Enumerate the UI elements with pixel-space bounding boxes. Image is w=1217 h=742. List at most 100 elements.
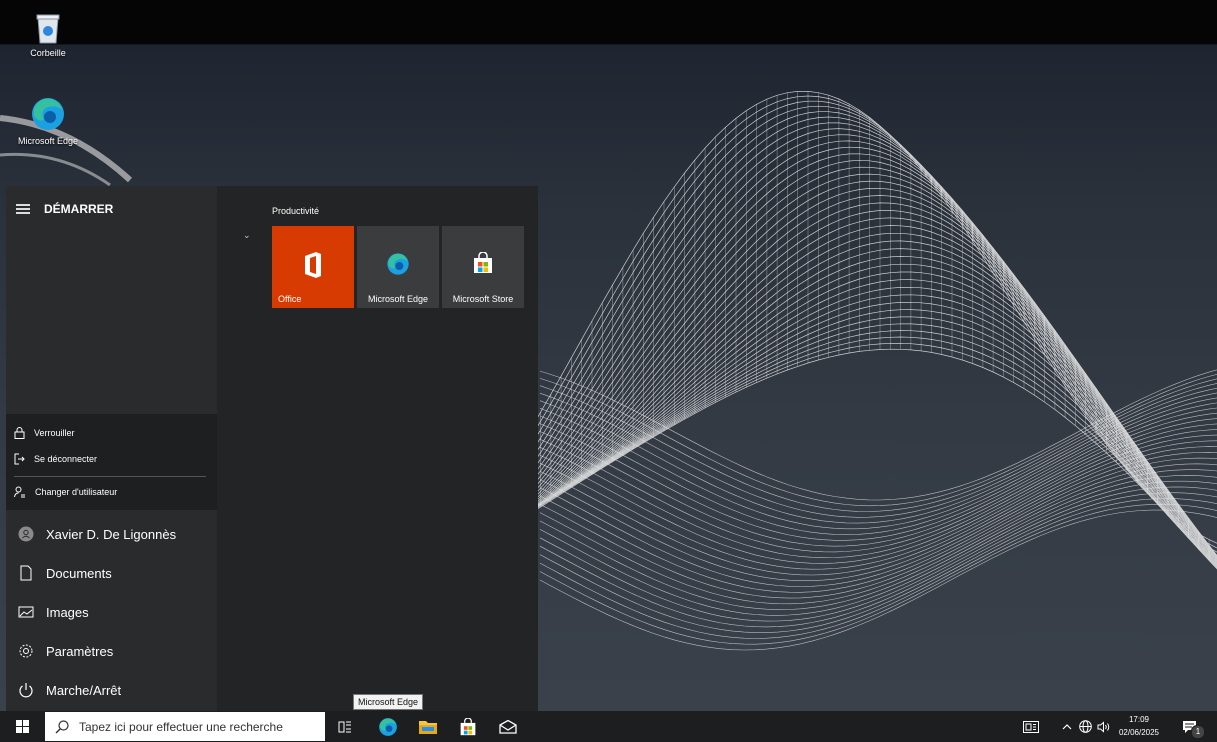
start-title: DÉMARRER xyxy=(44,202,114,216)
wallpaper-wave-line xyxy=(519,348,1217,569)
hamburger-icon[interactable] xyxy=(16,204,30,214)
desktop-icon-edge[interactable]: Microsoft Edge xyxy=(10,96,86,146)
edge-icon xyxy=(379,717,397,736)
task-view-button[interactable] xyxy=(330,711,360,742)
gear-icon xyxy=(19,644,33,658)
search-box[interactable]: Tapez ici pour effectuer une recherche xyxy=(45,712,325,741)
switch-user-label: Changer d'utilisateur xyxy=(35,487,118,497)
wallpaper-wave-line xyxy=(519,146,1217,570)
wallpaper-wave-line xyxy=(519,153,1217,570)
globe-icon xyxy=(1078,720,1092,733)
wallpaper-wave-line xyxy=(519,173,1217,569)
wallpaper-wave-line xyxy=(519,134,1217,568)
network-button[interactable] xyxy=(1076,711,1094,742)
taskbar-edge[interactable] xyxy=(370,711,406,742)
start-button[interactable] xyxy=(0,711,44,742)
wallpaper-wave-line xyxy=(519,100,1217,553)
wallpaper-wave-line xyxy=(539,412,1217,553)
wallpaper-wave-line xyxy=(519,111,1217,560)
wallpaper-wave-line xyxy=(539,509,1217,651)
mail-icon xyxy=(499,719,517,734)
clock-time: 17:09 xyxy=(1128,715,1150,724)
notification-center-button[interactable]: 1 xyxy=(1176,711,1205,742)
documents-label: Documents xyxy=(46,565,112,581)
user-flyout: Verrouiller Se déconnecter Changer d'uti… xyxy=(6,414,217,510)
wallpaper-wave-line xyxy=(519,95,1217,549)
wallpaper-wave-line xyxy=(539,457,1217,599)
tile-store[interactable]: Microsoft Store xyxy=(442,226,524,308)
images-item[interactable]: Images xyxy=(18,604,89,620)
edge-icon xyxy=(387,253,409,275)
clock-date: 02/06/2025 xyxy=(1118,728,1160,737)
store-icon xyxy=(460,717,476,735)
start-left-column: DÉMARRER Verrouiller Se déconnecter Chan… xyxy=(6,186,217,712)
taskbar-file-explorer[interactable] xyxy=(410,711,446,742)
show-hidden-icons-button[interactable] xyxy=(1058,711,1076,742)
tile-office[interactable]: Office xyxy=(272,226,354,308)
taskbar-mail[interactable] xyxy=(490,711,526,742)
user-account-item[interactable]: Xavier D. De Ligonnès xyxy=(18,526,176,542)
wallpaper-wave-line xyxy=(519,217,1217,563)
wallpaper-wave-line xyxy=(539,503,1217,645)
power-icon xyxy=(19,683,33,698)
flyout-divider xyxy=(14,476,206,477)
task-view-icon xyxy=(338,721,351,732)
power-label: Marche/Arrêt xyxy=(46,682,122,698)
lock-label: Verrouiller xyxy=(34,428,75,438)
wallpaper-wave-line xyxy=(519,105,1217,557)
tile-label: Microsoft Edge xyxy=(367,294,429,304)
notification-count-badge: 1 xyxy=(1191,725,1205,739)
avatar-icon xyxy=(18,526,34,542)
file-explorer-icon xyxy=(419,721,437,734)
tile-edge[interactable]: Microsoft Edge xyxy=(357,226,439,308)
wallpaper-wave-line xyxy=(519,336,1217,564)
news-icon xyxy=(1023,720,1039,733)
office-icon xyxy=(305,252,321,278)
chevron-up-icon xyxy=(1062,723,1072,729)
start-header[interactable]: DÉMARRER xyxy=(16,202,113,216)
wallpaper-wave-line xyxy=(519,323,1217,561)
user-name: Xavier D. De Ligonnès xyxy=(46,526,177,542)
images-label: Images xyxy=(46,604,89,620)
lock-icon xyxy=(14,427,25,439)
search-placeholder: Tapez ici pour effectuer une recherche xyxy=(79,719,283,734)
sign-out-button[interactable]: Se déconnecter xyxy=(14,453,97,465)
documents-item[interactable]: Documents xyxy=(18,565,112,581)
wallpaper-wave-line xyxy=(539,475,1217,616)
start-menu: DÉMARRER Verrouiller Se déconnecter Chan… xyxy=(6,186,538,712)
lock-button[interactable]: Verrouiller xyxy=(14,427,75,439)
taskbar: Tapez ici pour effectuer une recherche 1… xyxy=(0,711,1217,742)
image-icon xyxy=(18,606,34,618)
clock[interactable]: 17:09 02/06/2025 xyxy=(1115,713,1163,739)
desktop-icon-label: Microsoft Edge xyxy=(17,136,79,146)
tile-group-label: Productivité xyxy=(272,206,320,216)
desktop-icon-recycle-bin[interactable]: Corbeille xyxy=(10,12,86,58)
settings-item[interactable]: Paramètres xyxy=(18,643,113,659)
wallpaper-wave-line xyxy=(539,383,1217,518)
desktop-icon-label: Corbeille xyxy=(30,48,66,58)
wallpaper-wave-line xyxy=(539,498,1217,639)
taskbar-store[interactable] xyxy=(450,711,486,742)
switch-user-button[interactable]: Changer d'utilisateur xyxy=(14,486,117,498)
wallpaper-wave-line xyxy=(539,480,1217,622)
speaker-icon xyxy=(1097,720,1110,733)
document-icon xyxy=(20,565,32,581)
tile-label: Microsoft Store xyxy=(452,294,514,304)
sign-out-label: Se déconnecter xyxy=(34,454,98,464)
settings-label: Paramètres xyxy=(46,643,114,659)
taskbar-news-button[interactable] xyxy=(1018,711,1044,742)
store-icon xyxy=(474,252,492,273)
chevron-down-icon[interactable]: ⌄ xyxy=(243,230,251,241)
switch-user-icon xyxy=(14,486,25,498)
search-icon xyxy=(55,719,69,733)
volume-button[interactable] xyxy=(1095,711,1113,742)
recycle-bin-icon xyxy=(35,12,61,44)
wallpaper-wave-line xyxy=(519,225,1217,562)
sign-out-icon xyxy=(14,453,25,465)
windows-logo-icon xyxy=(15,720,29,733)
tile-label: Office xyxy=(278,294,302,304)
taskbar-tooltip: Microsoft Edge xyxy=(353,694,424,710)
power-item[interactable]: Marche/Arrêt xyxy=(18,682,121,698)
desktop: Corbeille Microsoft Edge DÉMARRER Verrou… xyxy=(0,0,1217,742)
edge-icon xyxy=(30,96,66,132)
